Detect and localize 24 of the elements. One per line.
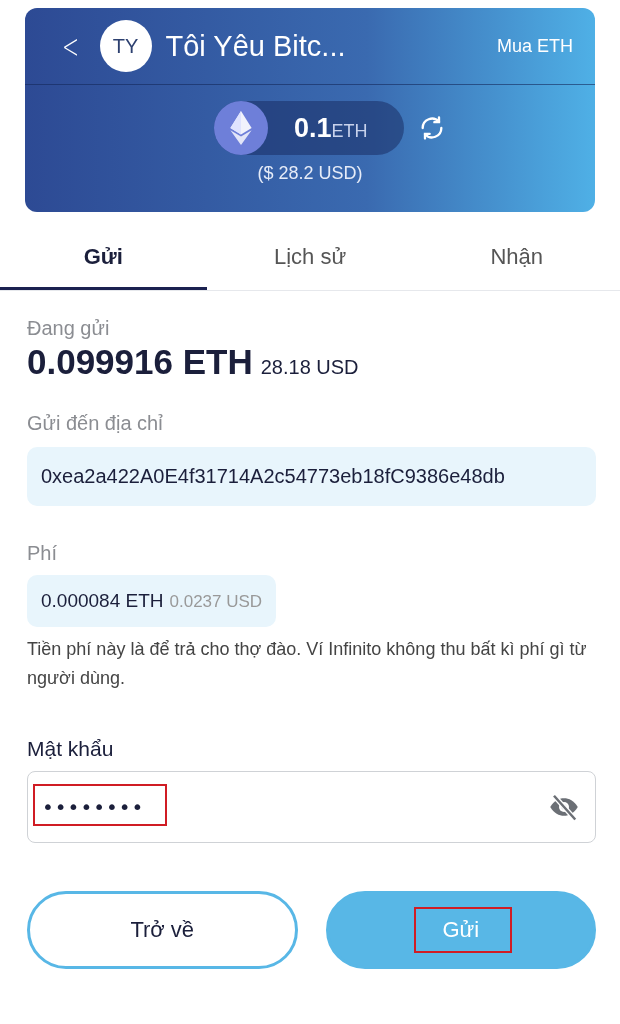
field-label: Gửi đến địa chỉ bbox=[27, 412, 164, 435]
ethereum-icon bbox=[214, 101, 268, 155]
avatar: TY bbox=[99, 20, 152, 72]
fee-usd: 0.0237 USD bbox=[169, 592, 263, 612]
fee-amount: 0.000084 ETH bbox=[41, 590, 164, 612]
eye-off-icon[interactable] bbox=[549, 792, 579, 822]
sending-amount: 0.099916 ETH bbox=[27, 342, 253, 382]
tab[interactable]: Lịch sử bbox=[206, 226, 414, 290]
field-label: Phí bbox=[27, 542, 59, 565]
password-field[interactable]: •••••••• bbox=[27, 771, 596, 843]
back-button[interactable]: Trở về bbox=[27, 891, 298, 969]
password-value: •••••••• bbox=[42, 795, 145, 819]
tab[interactable]: Nhận bbox=[413, 226, 620, 290]
balance-amount: 0.1 bbox=[294, 112, 332, 144]
field-label: Đang gửi bbox=[27, 317, 111, 340]
balance-unit: ETH bbox=[331, 120, 368, 142]
back-button[interactable]: < bbox=[61, 26, 83, 66]
balance-usd: ($ 28.2 USD) bbox=[256, 163, 364, 184]
wallet-title: Tôi Yêu Bitc... bbox=[165, 29, 347, 63]
fee-note: Tiền phí này là để trả cho thợ đào. Ví Infinito không thu bất kì phí gì từ người dùng. bbox=[27, 638, 588, 690]
sending-usd: 28.18 USD bbox=[260, 356, 359, 379]
field-label: Mật khẩu bbox=[27, 737, 115, 761]
address-field: 0xea2a422A0E4f31714A2c54773eb18fC9386e48db bbox=[27, 447, 596, 506]
tab[interactable]: Gửi bbox=[0, 226, 207, 290]
